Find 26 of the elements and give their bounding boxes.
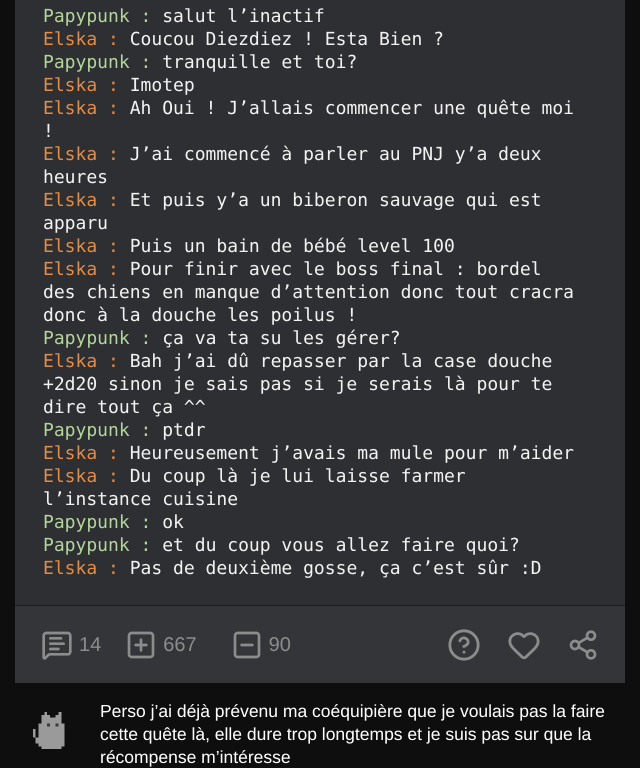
- chat-message: Elska : Puis un bain de bébé level 100: [43, 235, 456, 258]
- downvote-button[interactable]: 90: [230, 628, 291, 660]
- chat-message: Papypunk : ptdr: [43, 419, 207, 442]
- upvote-button[interactable]: 667: [125, 628, 197, 660]
- comment-text: Perso j’ai déjà prévenu ma coéquipière que je voulais pas la faire cette quête là, elle dure trop longtemps et je suis pas sur que la récompense m’intéresse: [100, 700, 606, 768]
- chat-message: Elska : Heureusement j’avais ma mule pour m’aider: [43, 442, 576, 465]
- chat-message: Elska : Coucou Diezdiez ! Esta Bien ?: [43, 28, 445, 51]
- minus-icon: [230, 628, 263, 660]
- chat-message: Papypunk : salut l’inactif: [43, 5, 326, 28]
- chat-message: Elska : Et puis y’a un biberon sauvage qui est apparu: [43, 189, 543, 235]
- chat-message: Elska : J’ai commencé à parler au PNJ y’a deux heures: [43, 143, 543, 189]
- share-icon: [567, 628, 599, 660]
- chat-message: Elska : Imotep: [43, 74, 196, 97]
- help-icon: [447, 628, 481, 662]
- plus-icon: [125, 628, 158, 660]
- comment-icon: [41, 628, 73, 660]
- chat-message: Papypunk : tranquille et toi?: [43, 51, 358, 74]
- chat-message: Elska : Pas de deuxième gosse, ça c’est sûr :D: [43, 557, 543, 580]
- chat-message: Papypunk : et du coup vous allez faire quoi?: [43, 534, 521, 557]
- share-button[interactable]: [567, 628, 599, 660]
- chat-message: Papypunk : ok: [43, 511, 185, 534]
- chat-message: Elska : Ah Oui ! J’allais commencer une quête moi !: [43, 97, 576, 143]
- chat-message: Elska : Pour finir avec le boss final : bordel des chiens en manque d’attention donc tout cracra donc à la douche les poilus !: [43, 258, 576, 327]
- help-button[interactable]: [447, 628, 481, 662]
- chat-message: Papypunk : ça va ta su les gérer?: [43, 327, 402, 350]
- comments-button[interactable]: 14: [41, 628, 102, 660]
